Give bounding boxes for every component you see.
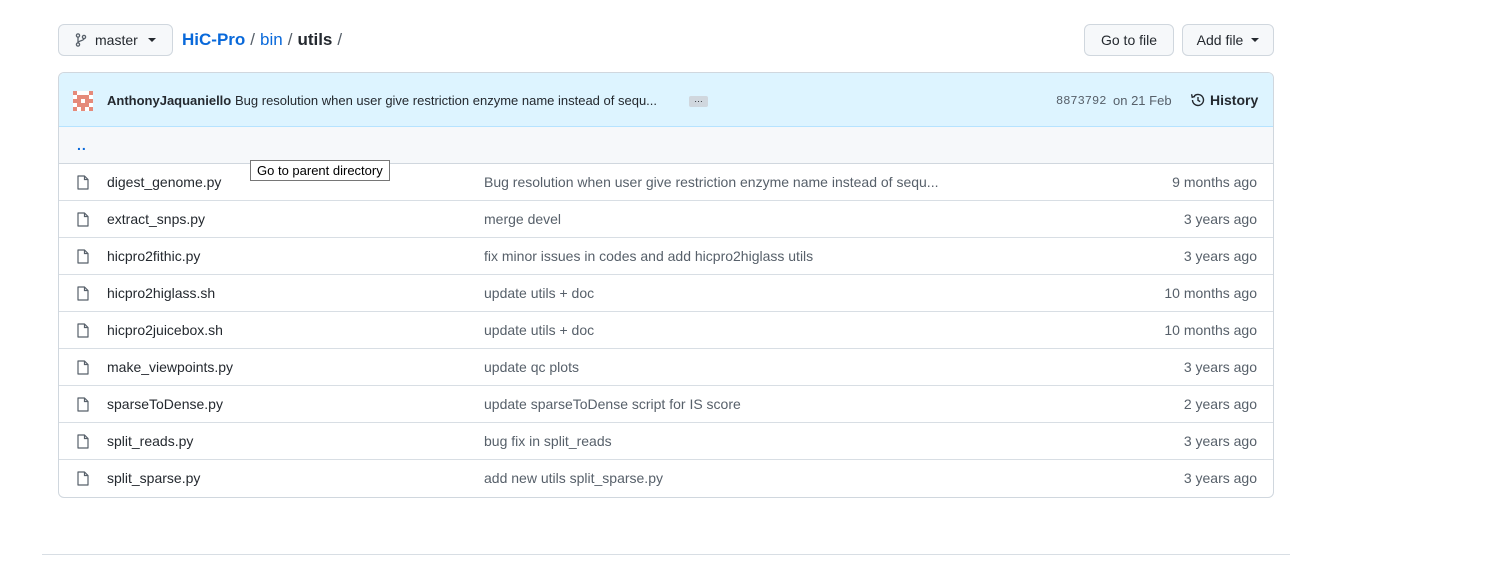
table-row[interactable]: hicpro2juicebox.sh update utils + doc 10 m…	[59, 312, 1273, 349]
add-file-label: Add file	[1196, 32, 1244, 48]
table-row[interactable]: make_viewpoints.py update qc plots 3 years…	[59, 349, 1273, 386]
parent-directory-link[interactable]: ..	[77, 137, 87, 153]
file-commit-message-link[interactable]: fix minor issues in codes and add hicpro…	[484, 248, 813, 264]
file-commit-age: 9 months ago	[1172, 174, 1257, 190]
add-file-button[interactable]: Add file	[1182, 24, 1274, 56]
file-name-link[interactable]: hicpro2juicebox.sh	[107, 322, 223, 338]
go-to-file-button[interactable]: Go to file	[1084, 24, 1174, 56]
file-commit-age: 3 years ago	[1183, 211, 1257, 227]
file-icon	[77, 471, 89, 486]
breadcrumb-repo-link[interactable]: HiC-Pro	[182, 30, 245, 50]
file-icon	[77, 360, 89, 375]
parent-directory-row[interactable]: ..	[59, 127, 1273, 164]
file-commit-age: 10 months ago	[1164, 322, 1257, 338]
file-browser: AnthonyJaquaniello Bug resolution when u…	[58, 72, 1274, 498]
file-name-link[interactable]: extract_snps.py	[107, 211, 205, 227]
file-name-link[interactable]: split_reads.py	[107, 433, 193, 449]
table-row[interactable]: digest_genome.py Bug resolution when user…	[59, 164, 1273, 201]
table-row[interactable]: sparseToDense.py update sparseToDense scr…	[59, 386, 1273, 423]
history-label: History	[1210, 92, 1259, 108]
footer-divider	[42, 554, 1290, 555]
file-commit-message-link[interactable]: update utils + doc	[484, 285, 594, 301]
file-list: digest_genome.py Bug resolution when user…	[59, 164, 1273, 497]
commit-date: on 21 Feb	[1113, 93, 1172, 108]
file-commit-message-link[interactable]: bug fix in split_reads	[484, 433, 612, 449]
repo-toolbar: master HiC-Pro / bin / utils / Go to fil…	[58, 24, 1274, 57]
file-icon	[77, 434, 89, 449]
file-commit-age: 3 years ago	[1183, 359, 1257, 375]
breadcrumb-separator: /	[337, 30, 343, 49]
file-commit-message-link[interactable]: merge devel	[484, 211, 561, 227]
breadcrumb-separator: /	[287, 30, 293, 49]
commit-sha-link[interactable]: 8873792	[1056, 94, 1106, 108]
file-name-link[interactable]: make_viewpoints.py	[107, 359, 233, 375]
file-icon	[77, 397, 89, 412]
breadcrumb-separator: /	[250, 30, 256, 49]
file-icon	[77, 249, 89, 264]
commit-author-link[interactable]: AnthonyJaquaniello	[107, 93, 231, 108]
file-name-link[interactable]: sparseToDense.py	[107, 396, 223, 412]
file-commit-age: 10 months ago	[1164, 285, 1257, 301]
table-row[interactable]: split_sparse.py add new utils split_spars…	[59, 460, 1273, 497]
file-icon	[77, 323, 89, 338]
file-icon	[77, 212, 89, 227]
file-commit-message-link[interactable]: update qc plots	[484, 359, 579, 375]
table-row[interactable]: hicpro2higlass.sh update utils + doc 10 mo…	[59, 275, 1273, 312]
branch-selector-button[interactable]: master	[58, 24, 173, 56]
breadcrumb-bin-link[interactable]: bin	[260, 30, 283, 50]
table-row[interactable]: hicpro2fithic.py fix minor issues in code…	[59, 238, 1273, 275]
breadcrumb-current: utils	[297, 30, 333, 49]
file-icon	[77, 286, 89, 301]
file-commit-message-link[interactable]: Bug resolution when user give restrictio…	[484, 174, 938, 190]
file-commit-message-link[interactable]: update utils + doc	[484, 322, 594, 338]
table-row[interactable]: extract_snps.py merge devel 3 years ago	[59, 201, 1273, 238]
commit-expand-button[interactable]: …	[689, 95, 708, 107]
file-commit-age: 3 years ago	[1183, 433, 1257, 449]
file-name-link[interactable]: digest_genome.py	[107, 174, 221, 190]
file-name-link[interactable]: split_sparse.py	[107, 470, 200, 486]
commit-message-link[interactable]: Bug resolution when user give restrictio…	[235, 93, 657, 108]
table-row[interactable]: split_reads.py bug fix in split_reads 3 ye…	[59, 423, 1273, 460]
parent-directory-tooltip: Go to parent directory	[250, 160, 390, 181]
file-commit-message-link[interactable]: add new utils split_sparse.py	[484, 470, 663, 486]
branch-label: master	[95, 32, 138, 48]
go-to-file-label: Go to file	[1100, 32, 1158, 48]
file-commit-age: 3 years ago	[1183, 248, 1257, 264]
breadcrumb: HiC-Pro / bin / utils /	[182, 30, 342, 50]
latest-commit-bar: AnthonyJaquaniello Bug resolution when u…	[59, 73, 1273, 127]
file-name-link[interactable]: hicpro2fithic.py	[107, 248, 200, 264]
file-commit-age: 2 years ago	[1183, 396, 1257, 412]
history-icon	[1190, 93, 1205, 107]
git-branch-icon	[75, 33, 87, 47]
avatar[interactable]	[73, 91, 93, 111]
chevron-down-icon	[1251, 38, 1260, 42]
file-commit-message-link[interactable]: update sparseToDense script for IS score	[484, 396, 741, 412]
file-name-link[interactable]: hicpro2higlass.sh	[107, 285, 215, 301]
history-link[interactable]: History	[1190, 92, 1258, 108]
file-commit-age: 3 years ago	[1183, 470, 1257, 486]
file-icon	[77, 175, 89, 190]
chevron-down-icon	[147, 38, 156, 42]
